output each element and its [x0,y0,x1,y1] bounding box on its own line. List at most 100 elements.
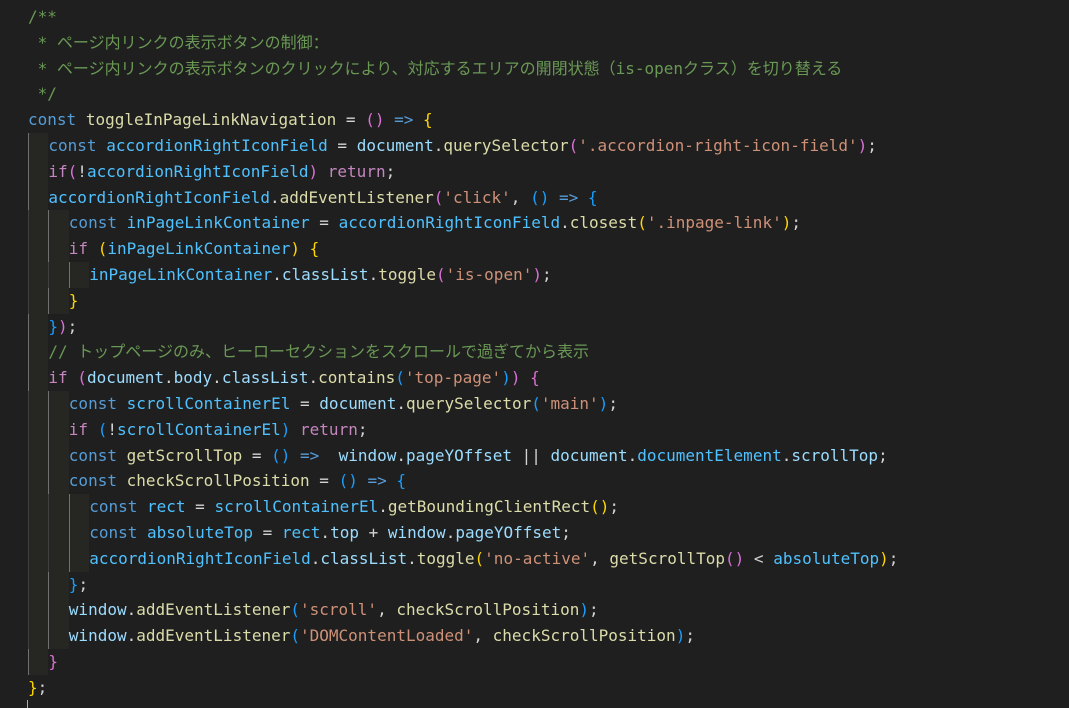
code-token: } [48,316,59,336]
code-token: ) [781,213,792,233]
code-token: 'scroll' [300,600,378,620]
code-token: 'DOMContentLoaded' [300,626,474,646]
code-token: , [473,626,493,646]
code-token: return [327,161,386,181]
code-token: accordionRightIconField [338,213,561,233]
code-token: ) [280,419,291,439]
code-token: ) [879,548,889,568]
code-token: , [510,187,531,207]
code-token: ( [77,368,87,388]
code-token: classList [320,548,408,568]
indent-guide [48,416,69,443]
code-line-text: }; [28,675,47,701]
indent-guide [68,519,90,546]
code-line: // トップページのみ、ヒーローセクションをスクロールで過ぎてから表示 [0,339,1069,366]
code-token: absoluteTop [773,548,880,568]
code-token: ( [395,368,405,388]
indent-guide [48,287,69,314]
code-token: 'no-active' [484,548,591,568]
code-line-text: // トップページのみ、ヒーローセクションをスクロールで過ぎてから表示 [48,339,589,365]
code-token: querySelector [406,393,532,413]
code-token: => [300,445,320,465]
code-token: ) [308,161,319,181]
code-token: scrollContainerEl [126,393,291,413]
code-token: ( [97,419,108,439]
code-line-text: const getScrollTop = () => window.pageYO… [69,443,888,469]
code-token: body [173,368,213,388]
code-line-text: */ [28,81,57,107]
code-line: const toggleInPageLinkNavigation = () =>… [0,107,1069,133]
code-token: => [394,110,414,130]
code-token: const [89,497,138,517]
code-token: document [356,135,434,155]
code-token: || [521,445,541,465]
code-token: . [320,522,331,542]
indent-guide [28,468,49,495]
code-token: 'click' [443,187,511,207]
code-token: . [378,497,388,517]
code-line: * ページ内リンクの表示ボタンの制御： [0,30,1069,56]
code-token: ; [78,574,89,594]
code-token: const [68,213,117,233]
code-token: = [337,135,348,155]
code-token: const [68,445,117,465]
code-line-text: if(!accordionRightIconField) return; [48,159,395,185]
code-token: '.accordion-right-icon-field' [578,135,858,155]
code-token: () [725,548,745,568]
code-token: , [590,548,610,568]
code-token: accordionRightIconField [89,548,311,568]
code-line: window.addEventListener('DOMContentLoade… [0,623,1069,649]
code-line-text: const scrollContainerEl = document.query… [69,391,618,417]
code-editor[interactable]: /** * ページ内リンクの表示ボタンの制御： * ページ内リンクの表示ボタンの… [0,0,1069,708]
code-token: } [68,290,79,310]
code-line: * ページ内リンクの表示ボタンのクリックにより、対応するエリアの開閉状態（is-… [0,56,1069,82]
code-line: if (!scrollContainerEl) return; [0,416,1069,443]
code-token: '.inpage-link' [646,213,782,233]
code-token: . [212,368,222,388]
indent-guide [68,261,90,288]
code-token: if [68,239,89,259]
code-token: const [48,135,97,155]
code-token: } [28,677,38,697]
indent-guide [68,545,90,572]
indent-guide [48,261,69,288]
code-line: */ [0,81,1069,107]
code-token: ) [598,393,609,413]
code-line-text: const absoluteTop = rect.top + window.pa… [89,520,571,546]
code-token: . [272,264,282,284]
code-token: classList [221,368,309,388]
code-line-text: const toggleInPageLinkNavigation = () =>… [28,107,433,133]
code-token: checkScrollPosition [396,600,580,620]
code-token: () [365,110,385,130]
indent-guide [48,571,69,598]
code-token: ) [675,626,686,646]
code-token: if [68,419,89,439]
indent-guide [28,519,49,546]
indent-guide [48,623,69,649]
code-token: ) [58,316,68,336]
code-token: . [433,135,444,155]
code-line: accordionRightIconField.classList.toggle… [0,545,1069,572]
code-line: accordionRightIconField.addEventListener… [0,184,1069,211]
code-token: toggleInPageLinkNavigation [85,110,337,130]
code-line-text: if (!scrollContainerEl) return; [69,417,368,443]
code-token: } [68,574,79,594]
code-token: const [28,110,77,130]
code-line-text: inPageLinkContainer.classList.toggle('is… [89,262,551,288]
code-token: ( [433,187,444,207]
code-line-text: const checkScrollPosition = () => { [69,468,406,494]
code-token: rect [281,522,321,542]
code-token: = [319,471,329,491]
indent-guide [48,597,69,624]
indent-guide [28,184,49,211]
code-token: . [445,522,456,542]
